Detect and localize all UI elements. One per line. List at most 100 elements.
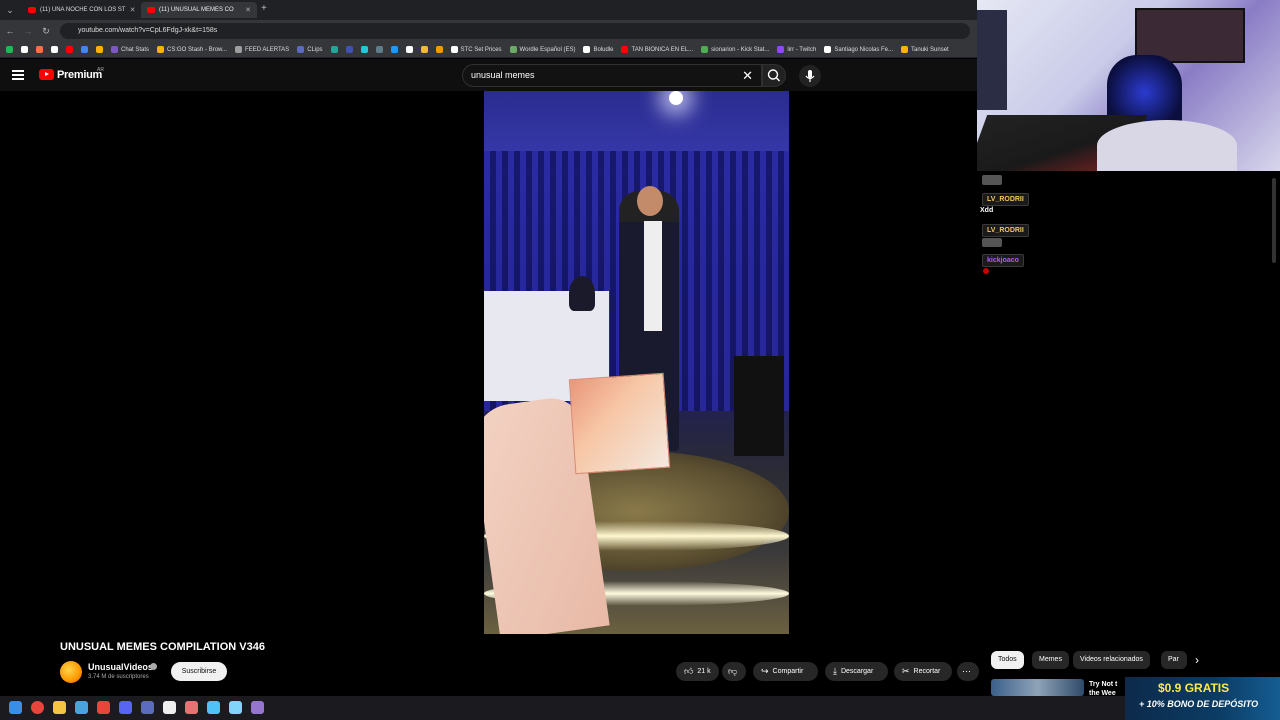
bookmark-item[interactable]: [375, 46, 383, 53]
person-seated: [569, 276, 595, 311]
bookmark-favicon-icon: [621, 46, 629, 53]
calculator-icon[interactable]: [185, 701, 198, 714]
monitor-icon[interactable]: [141, 701, 154, 714]
logo-text[interactable]: Premium: [57, 69, 102, 81]
settings-icon[interactable]: [207, 701, 220, 714]
share-button[interactable]: ↪ Compartir: [753, 662, 818, 681]
bookmark-item[interactable]: [51, 46, 58, 53]
bookmark-item[interactable]: [21, 46, 28, 53]
close-tab-icon[interactable]: ✕: [126, 6, 136, 14]
bookmark-item[interactable]: [66, 46, 73, 53]
bookmarks-bar: Chat Stats CS:GO Stash - Brow... FEED ALER…: [0, 42, 977, 58]
forward-icon[interactable]: →: [21, 24, 35, 38]
search-input[interactable]: unusual memes ✕: [462, 64, 762, 87]
bookmark-favicon-icon: [435, 46, 443, 53]
clip-button[interactable]: ✂ Recortar: [894, 662, 952, 681]
bookmark-favicon-icon: [390, 46, 398, 53]
more-actions-button[interactable]: ⋯: [957, 662, 979, 681]
chat-username: LV_RODRII: [982, 193, 1029, 206]
bookmark-item[interactable]: [36, 46, 43, 53]
bookmark-item[interactable]: Santiago Nicolas Fe...: [824, 46, 893, 53]
chat-scrollbar[interactable]: [1272, 178, 1276, 263]
network-icon[interactable]: [229, 701, 242, 714]
terminal-icon[interactable]: [163, 701, 176, 714]
url-field[interactable]: youtube.com/watch?v=CpL6FdgJ-xk&t=158s: [60, 23, 970, 39]
hamburger-menu-icon[interactable]: [12, 70, 24, 80]
chat-emote: [982, 175, 1002, 185]
bookmark-item[interactable]: [81, 46, 88, 53]
app-icon[interactable]: [251, 701, 264, 714]
channel-name[interactable]: UnusualVideos: [88, 662, 153, 672]
bookmark-item[interactable]: [6, 46, 13, 53]
back-icon[interactable]: ←: [3, 24, 17, 38]
steam-icon[interactable]: [75, 701, 88, 714]
bookmark-favicon-icon: [6, 46, 13, 53]
dislike-button[interactable]: 👎︎: [722, 662, 746, 681]
bookmark-favicon-icon: [66, 46, 73, 53]
bookmark-item[interactable]: [435, 46, 443, 53]
chip-more[interactable]: Par: [1161, 651, 1187, 669]
bookmark-item[interactable]: [420, 46, 428, 53]
share-icon: ↪: [761, 666, 769, 676]
like-button[interactable]: 👍︎ 21 k: [676, 662, 719, 681]
clear-search-icon[interactable]: ✕: [742, 68, 753, 84]
chip-related[interactable]: Videos relacionados: [1073, 651, 1150, 669]
microphone-icon: [805, 70, 815, 82]
address-bar-row: ← → ↻ youtube.com/watch?v=CpL6FdgJ-xk&t=…: [0, 20, 977, 42]
bookmark-favicon-icon: [330, 46, 338, 53]
youtube-logo-icon[interactable]: [39, 69, 54, 80]
chat-username: kickjoaco: [982, 254, 1024, 267]
promo-subline: + 10% BONO DE DEPÓSITO: [1139, 699, 1259, 709]
chip-memes[interactable]: Memes: [1032, 651, 1069, 669]
new-tab-icon[interactable]: +: [261, 3, 267, 14]
download-button[interactable]: ⤓ Descargar: [825, 662, 888, 681]
browser-tab-bar: ⌄ (11) UNA NOCHE CON LOS ST ✕ (11) UNUSU…: [0, 0, 977, 20]
bookmark-label: lirr - Twitch: [787, 46, 817, 53]
tab-2[interactable]: (11) UNUSUAL MEMES CO ✕: [141, 2, 257, 18]
bookmark-favicon-icon: [111, 46, 118, 53]
bookmark-item[interactable]: lirr - Twitch: [777, 46, 816, 53]
bookmark-item[interactable]: FEED ALERTAS: [235, 46, 289, 53]
bookmark-item[interactable]: [390, 46, 398, 53]
bookmark-item[interactable]: [330, 46, 338, 53]
channel-avatar[interactable]: [60, 661, 82, 683]
bookmark-favicon-icon: [81, 46, 88, 53]
search-button[interactable]: [762, 64, 786, 87]
windows-icon[interactable]: [9, 701, 22, 714]
explorer-icon[interactable]: [53, 701, 66, 714]
chrome-alt-icon[interactable]: [97, 701, 110, 714]
bookmark-item[interactable]: Chat Stats: [111, 46, 149, 53]
bookmark-item[interactable]: [96, 46, 103, 53]
bookmark-favicon-icon: [96, 46, 103, 53]
tab-1[interactable]: (11) UNA NOCHE CON LOS ST ✕: [22, 2, 137, 18]
subscribe-button[interactable]: Suscribirse: [171, 662, 227, 681]
bookmark-item[interactable]: [405, 46, 413, 53]
discord-icon[interactable]: [119, 701, 132, 714]
bookmark-item[interactable]: Boludle: [583, 46, 613, 53]
chip-all[interactable]: Todos: [991, 651, 1024, 669]
close-tab-icon[interactable]: ✕: [241, 6, 251, 14]
monitor: [977, 10, 1007, 110]
bookmark-item[interactable]: [345, 46, 353, 53]
promo-banner: $0.9 GRATIS + 10% BONO DE DEPÓSITO: [1125, 677, 1280, 720]
table: [1097, 120, 1237, 171]
reload-icon[interactable]: ↻: [39, 24, 53, 38]
share-label: Compartir: [772, 668, 804, 675]
youtube-favicon-icon: [28, 7, 36, 13]
chrome-icon[interactable]: [31, 701, 44, 714]
tab-search-icon[interactable]: ⌄: [3, 3, 17, 17]
bookmark-item[interactable]: CLips: [297, 46, 323, 53]
voice-search-button[interactable]: [799, 65, 821, 87]
bookmark-label: Tanuki Sunset: [911, 46, 949, 53]
bookmark-item[interactable]: CS:GO Stash - Brow...: [157, 46, 227, 53]
video-player[interactable]: [484, 91, 789, 634]
bookmark-item[interactable]: STC Set Prices: [450, 46, 502, 53]
chevron-right-icon[interactable]: ›: [1195, 653, 1199, 667]
bookmark-favicon-icon: [345, 46, 353, 53]
recommended-thumbnail[interactable]: [991, 679, 1084, 696]
bookmark-item[interactable]: sionarion - Kick Stat...: [701, 46, 769, 53]
bookmark-item[interactable]: Wordle Español (ES): [509, 46, 575, 53]
bookmark-item[interactable]: [360, 46, 368, 53]
bookmark-item[interactable]: Tanuki Sunset: [901, 46, 949, 53]
bookmark-item[interactable]: TAN BIONICA EN EL...: [621, 46, 693, 53]
